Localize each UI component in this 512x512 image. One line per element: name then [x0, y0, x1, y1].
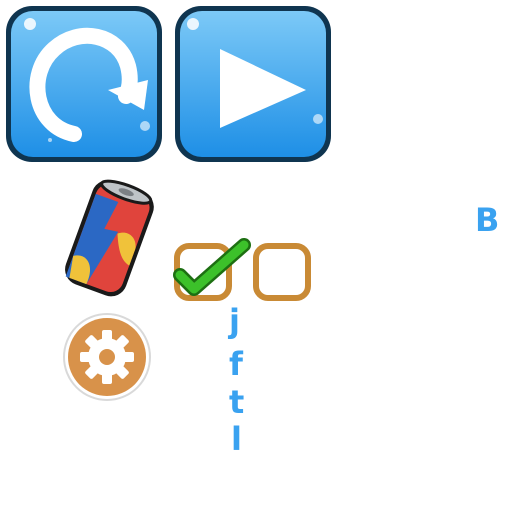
- play-button[interactable]: [173, 4, 333, 164]
- play-triangle-icon: [175, 6, 331, 162]
- checkbox-unchecked[interactable]: [253, 243, 311, 301]
- soda-can-icon: [65, 179, 154, 297]
- glyph-l: l: [231, 420, 242, 458]
- glyph-f: f: [229, 345, 243, 383]
- glyph-t: t: [229, 383, 245, 421]
- glyph-capital-b: B: [475, 201, 500, 239]
- gear-icon: [63, 313, 151, 401]
- checkbox-unchecked-frame: [253, 243, 311, 301]
- checkbox-checked-frame: [173, 238, 251, 301]
- settings-button[interactable]: [62, 312, 152, 402]
- restart-button[interactable]: [4, 4, 164, 164]
- restart-arrow-icon: [6, 6, 162, 162]
- glyph-j: j: [229, 302, 240, 340]
- checkbox-checked[interactable]: [173, 238, 251, 301]
- soda-can-item: [56, 172, 168, 302]
